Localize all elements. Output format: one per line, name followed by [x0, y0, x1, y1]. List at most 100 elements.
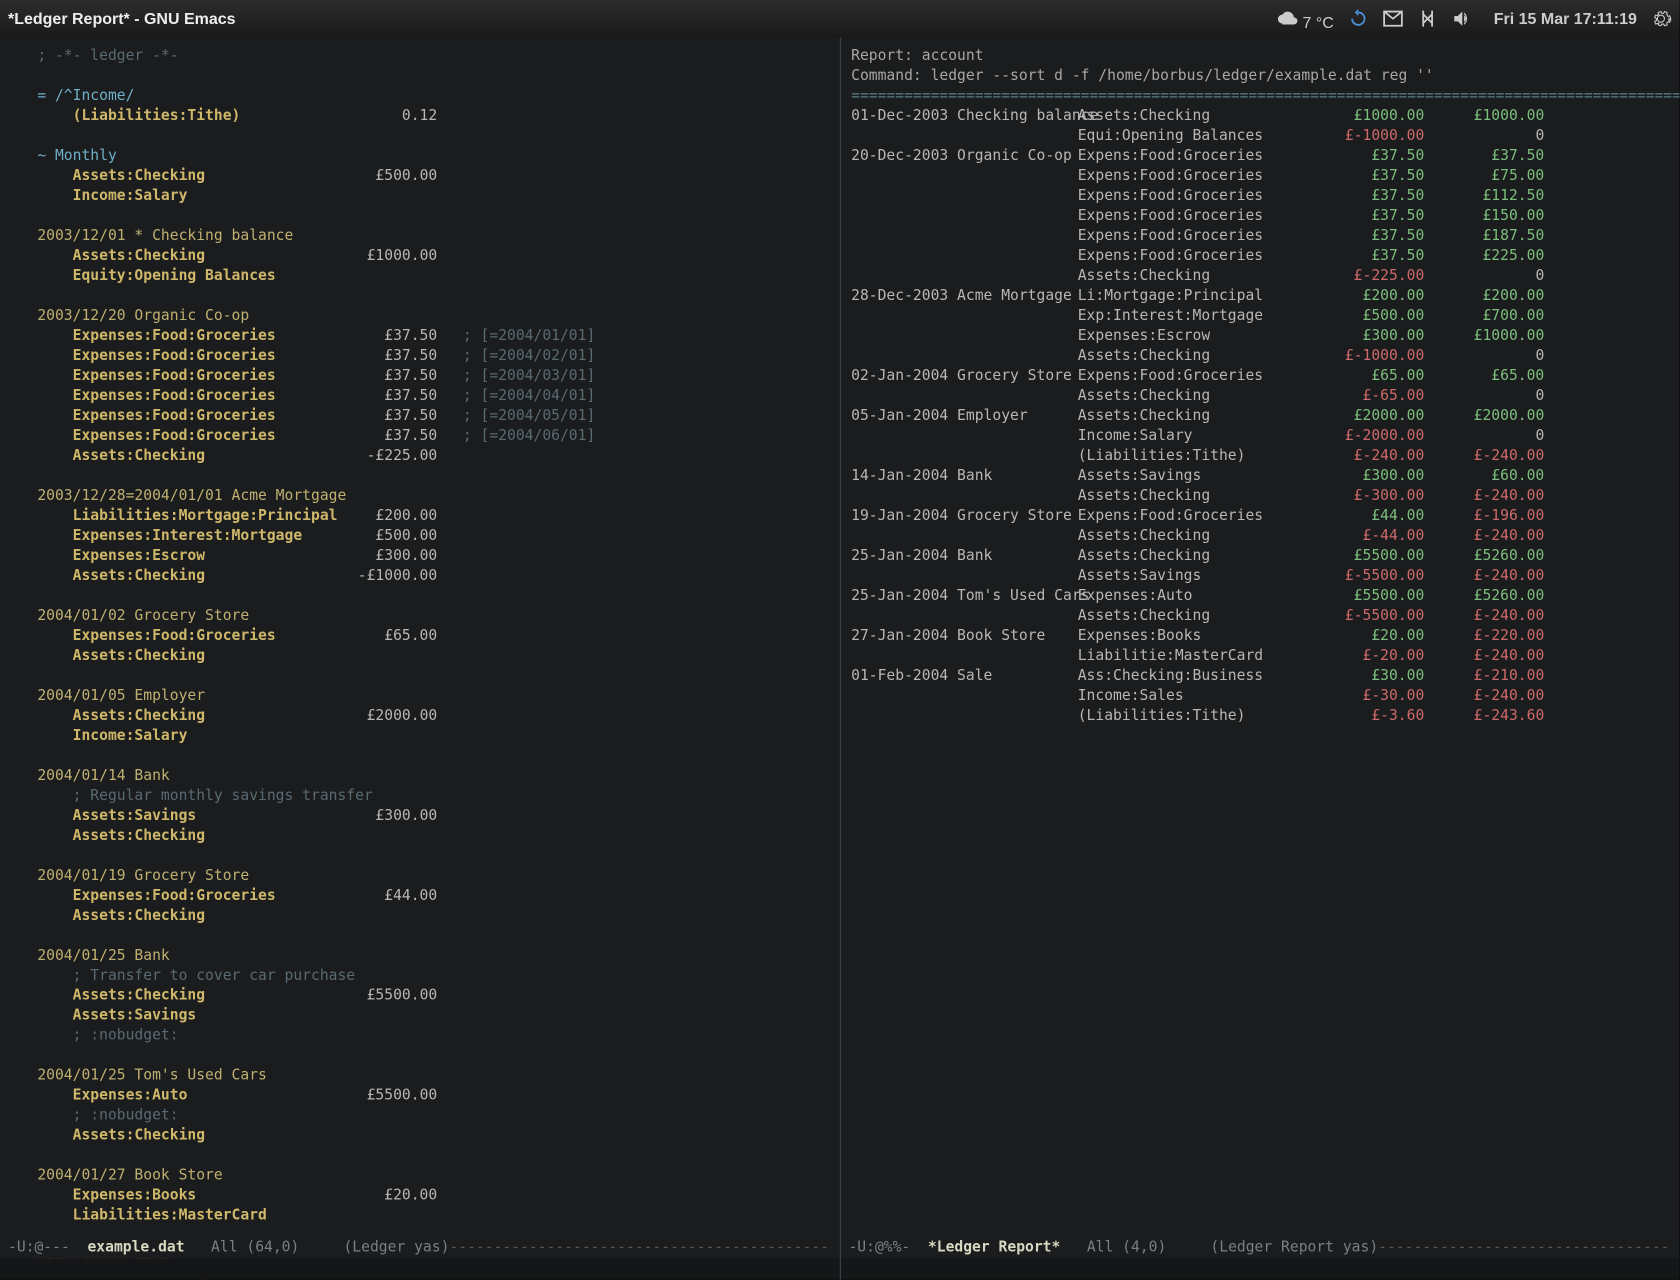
report-row[interactable]: 01-Feb-2004 SaleAss:Checking:Business£30…: [851, 665, 1669, 685]
ledger-line[interactable]: 2004/01/05 Employer: [37, 685, 828, 705]
ledger-line[interactable]: Assets:Checking£500.00: [37, 165, 828, 185]
report-row[interactable]: Income:Salary£-2000.000: [851, 425, 1669, 445]
ledger-line[interactable]: ; Regular monthly savings transfer: [37, 785, 828, 805]
ledger-line[interactable]: ; :nobudget:: [37, 1025, 828, 1045]
ledger-line[interactable]: Income:Salary: [37, 185, 828, 205]
report-row[interactable]: Equi:Opening Balances£-1000.000: [851, 125, 1669, 145]
ledger-line[interactable]: Expenses:Food:Groceries£37.50 ; [=2004/0…: [37, 385, 828, 405]
ledger-line[interactable]: Expenses:Auto£5500.00: [37, 1085, 828, 1105]
ledger-line[interactable]: Assets:Checking: [37, 1125, 828, 1145]
ledger-line[interactable]: Expenses:Food:Groceries£37.50 ; [=2004/0…: [37, 345, 828, 365]
ledger-line[interactable]: Expenses:Books£20.00: [37, 1185, 828, 1205]
ledger-line[interactable]: Assets:Checking£2000.00: [37, 705, 828, 725]
ledger-line[interactable]: ~ Monthly: [37, 145, 828, 165]
report-row[interactable]: Assets:Checking£-65.000: [851, 385, 1669, 405]
report-row[interactable]: 25-Jan-2004 BankAssets:Checking£5500.00£…: [851, 545, 1669, 565]
report-rule[interactable]: ========================================…: [851, 85, 1669, 105]
clock[interactable]: Fri 15 Mar 17:11:19: [1494, 9, 1637, 28]
ledger-line[interactable]: Expenses:Interest:Mortgage£500.00: [37, 525, 828, 545]
ledger-line[interactable]: Assets:Checking-£1000.00: [37, 565, 828, 585]
weather-indicator[interactable]: 7 °C: [1277, 6, 1334, 31]
report-row[interactable]: Expens:Food:Groceries£37.50£75.00: [851, 165, 1669, 185]
report-row[interactable]: Expens:Food:Groceries£37.50£150.00: [851, 205, 1669, 225]
report-row[interactable]: 05-Jan-2004 EmployerAssets:Checking£2000…: [851, 405, 1669, 425]
ledger-line[interactable]: [37, 205, 828, 225]
ledger-line[interactable]: Equity:Opening Balances: [37, 265, 828, 285]
ledger-line[interactable]: Assets:Checking-£225.00: [37, 445, 828, 465]
ledger-line[interactable]: [37, 665, 828, 685]
ledger-line[interactable]: Assets:Checking£1000.00: [37, 245, 828, 265]
ledger-line[interactable]: Expenses:Food:Groceries£65.00: [37, 625, 828, 645]
report-row[interactable]: (Liabilities:Tithe)£-240.00£-240.00: [851, 445, 1669, 465]
ledger-line[interactable]: [37, 465, 828, 485]
ledger-line[interactable]: 2004/01/14 Bank: [37, 765, 828, 785]
mail-icon[interactable]: [1382, 8, 1403, 29]
minibuffer[interactable]: [0, 1258, 839, 1279]
report-row[interactable]: Assets:Checking£-5500.00£-240.00: [851, 605, 1669, 625]
report-header[interactable]: Report: account: [851, 45, 1669, 65]
ledger-line[interactable]: Income:Salary: [37, 725, 828, 745]
gear-icon[interactable]: [1650, 8, 1671, 29]
ledger-line[interactable]: ; :nobudget:: [37, 1105, 828, 1125]
ledger-line[interactable]: [37, 1145, 828, 1165]
ledger-line[interactable]: Assets:Savings£300.00: [37, 805, 828, 825]
ledger-line[interactable]: ; -*- ledger -*-: [37, 45, 828, 65]
ledger-line[interactable]: Assets:Checking: [37, 645, 828, 665]
ledger-line[interactable]: 2004/01/02 Grocery Store: [37, 605, 828, 625]
ledger-line[interactable]: [37, 125, 828, 145]
report-row[interactable]: Expens:Food:Groceries£37.50£187.50: [851, 225, 1669, 245]
ledger-line[interactable]: [37, 585, 828, 605]
volume-icon[interactable]: [1451, 8, 1472, 29]
refresh-icon[interactable]: [1347, 8, 1368, 29]
ledger-line[interactable]: (Liabilities:Tithe)0.12: [37, 105, 828, 125]
ledger-line[interactable]: = /^Income/: [37, 85, 828, 105]
report-row[interactable]: Exp:Interest:Mortgage£500.00£700.00: [851, 305, 1669, 325]
ledger-line[interactable]: Expenses:Escrow£300.00: [37, 545, 828, 565]
ledger-line[interactable]: [37, 65, 828, 85]
ledger-line[interactable]: 2004/01/25 Tom's Used Cars: [37, 1065, 828, 1085]
ledger-line[interactable]: [37, 1045, 828, 1065]
ledger-line[interactable]: 2004/01/27 Book Store: [37, 1165, 828, 1185]
report-row[interactable]: Assets:Checking£-44.00£-240.00: [851, 525, 1669, 545]
report-row[interactable]: (Liabilities:Tithe)£-3.60£-243.60: [851, 705, 1669, 725]
report-row[interactable]: Expens:Food:Groceries£37.50£225.00: [851, 245, 1669, 265]
ledger-line[interactable]: 2003/12/01 * Checking balance: [37, 225, 828, 245]
report-row[interactable]: Assets:Checking£-300.00£-240.00: [851, 485, 1669, 505]
ledger-line[interactable]: 2004/01/25 Bank: [37, 945, 828, 965]
report-row[interactable]: 19-Jan-2004 Grocery StoreExpens:Food:Gro…: [851, 505, 1669, 525]
ledger-line[interactable]: Expenses:Food:Groceries£37.50 ; [=2004/0…: [37, 325, 828, 345]
ledger-line[interactable]: ; Transfer to cover car purchase: [37, 965, 828, 985]
report-row[interactable]: 02-Jan-2004 Grocery StoreExpens:Food:Gro…: [851, 365, 1669, 385]
ledger-line[interactable]: [37, 925, 828, 945]
right-window[interactable]: Report: accountCommand: ledger --sort d …: [839, 37, 1679, 1279]
report-row[interactable]: Assets:Checking£-1000.000: [851, 345, 1669, 365]
ledger-line[interactable]: Assets:Savings: [37, 1005, 828, 1025]
ledger-line[interactable]: Expenses:Food:Groceries£37.50 ; [=2004/0…: [37, 425, 828, 445]
left-window[interactable]: ; -*- ledger -*- = /^Income/ (Liabilitie…: [0, 37, 839, 1279]
ledger-line[interactable]: [37, 745, 828, 765]
report-row[interactable]: Assets:Checking£-225.000: [851, 265, 1669, 285]
report-row[interactable]: 28-Dec-2003 Acme MortgageLi:Mortgage:Pri…: [851, 285, 1669, 305]
report-row[interactable]: Liabilitie:MasterCard£-20.00£-240.00: [851, 645, 1669, 665]
ledger-line[interactable]: Assets:Checking: [37, 825, 828, 845]
report-row[interactable]: Expenses:Escrow£300.00£1000.00: [851, 325, 1669, 345]
ledger-line[interactable]: Expenses:Food:Groceries£37.50 ; [=2004/0…: [37, 405, 828, 425]
ledger-line[interactable]: Expenses:Food:Groceries£37.50 ; [=2004/0…: [37, 365, 828, 385]
report-row[interactable]: 27-Jan-2004 Book StoreExpenses:Books£20.…: [851, 625, 1669, 645]
network-icon[interactable]: [1416, 8, 1437, 29]
report-row[interactable]: Assets:Savings£-5500.00£-240.00: [851, 565, 1669, 585]
ledger-line[interactable]: [37, 845, 828, 865]
ledger-line[interactable]: 2003/12/20 Organic Co-op: [37, 305, 828, 325]
report-row[interactable]: 01-Dec-2003 Checking balanceAssets:Check…: [851, 105, 1669, 125]
ledger-line[interactable]: Expenses:Food:Groceries£44.00: [37, 885, 828, 905]
report-row[interactable]: 25-Jan-2004 Tom's Used CarsExpenses:Auto…: [851, 585, 1669, 605]
ledger-line[interactable]: [37, 285, 828, 305]
report-row[interactable]: Income:Sales£-30.00£-240.00: [851, 685, 1669, 705]
ledger-line[interactable]: 2004/01/19 Grocery Store: [37, 865, 828, 885]
ledger-line[interactable]: Liabilities:MasterCard: [37, 1205, 828, 1225]
ledger-line[interactable]: Liabilities:Mortgage:Principal£200.00: [37, 505, 828, 525]
ledger-line[interactable]: 2003/12/28=2004/01/01 Acme Mortgage: [37, 485, 828, 505]
report-row[interactable]: Expens:Food:Groceries£37.50£112.50: [851, 185, 1669, 205]
ledger-line[interactable]: Assets:Checking£5500.00: [37, 985, 828, 1005]
report-command[interactable]: Command: ledger --sort d -f /home/borbus…: [851, 65, 1669, 85]
